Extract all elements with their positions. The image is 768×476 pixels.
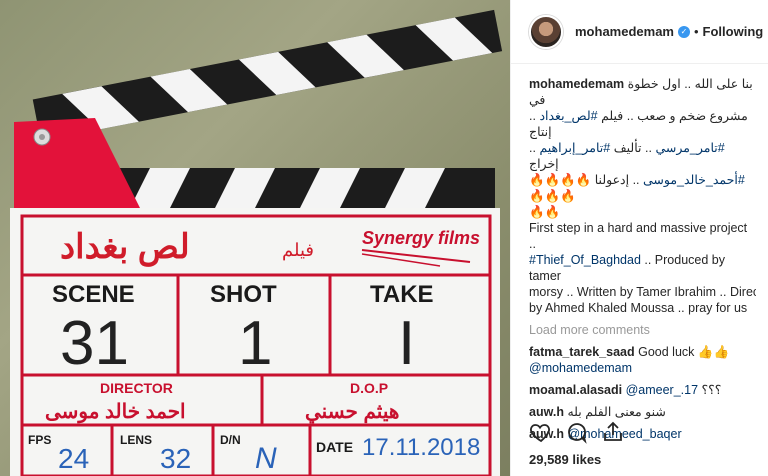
comment-username[interactable]: auw.h (529, 405, 564, 419)
load-more-comments-button[interactable]: Load more comments (529, 322, 756, 338)
company-logo: Synergy films (362, 228, 480, 248)
clapperboard-illustration: لص بغداد فيلم Synergy films SCENE SHOT T… (10, 9, 503, 476)
hashtag-thief-of-baghdad[interactable]: #Thief_Of_Baghdad (529, 253, 641, 267)
lens-value: 32 (160, 443, 191, 474)
comments-list: mohamedemam بنا على الله .. اول خطوة في … (511, 64, 768, 442)
comment-item: moamal.alasadi @ameer_.17 ؟؟؟ (529, 382, 756, 398)
thumbs-up-emoji: 👍👍 (697, 345, 730, 359)
fire-emoji-row-2: 🔥🔥 (529, 205, 561, 219)
hashtag-ahmed-khaled-moussa[interactable]: #أحمد_خالد_موسى (643, 173, 745, 187)
comment-username[interactable]: fatma_tarek_saad (529, 345, 635, 359)
caption-en-line1: First step in a hard and massive project… (529, 221, 748, 251)
separator-dot: • (693, 24, 699, 39)
shot-label: SHOT (210, 281, 277, 308)
director-name: احمد خالد موسى (45, 401, 186, 424)
caption-en-line3: morsy .. Written by Tamer Ibrahim .. Dir… (529, 285, 756, 299)
date-value: 17.11.2018 (362, 434, 480, 461)
comment-mention[interactable]: @ameer_.17 (626, 383, 698, 397)
caption-username[interactable]: mohamedemam (529, 77, 624, 91)
lens-label: LENS (120, 433, 152, 447)
caption-line4-a: .. إدعولنا (594, 173, 640, 187)
comment-item: auw.h شنو معنى الفلم بله (529, 404, 756, 420)
comment-mention[interactable]: @mohamedemam (529, 361, 632, 375)
caption-line3-a: .. تأليف (613, 141, 652, 155)
fps-label: FPS (28, 433, 51, 447)
comment-text: ؟؟؟ (701, 383, 722, 397)
dop-label: D.O.P (350, 380, 388, 396)
hashtag-thief-baghdad-ar[interactable]: #لص_بغداد (539, 109, 597, 123)
avatar[interactable] (529, 14, 563, 49)
comment-username[interactable]: moamal.alasadi (529, 383, 622, 397)
clapper-hinge (14, 118, 140, 208)
take-label: TAKE (370, 281, 434, 308)
film-title-arabic: لص بغداد (60, 228, 190, 267)
film-label: فيلم (282, 240, 314, 261)
director-label: DIRECTOR (100, 380, 173, 396)
shot-value: 1 (238, 309, 272, 378)
scene-value: 31 (60, 309, 129, 378)
caption-line2-a: مشروع ضخم و صعب .. فيلم (601, 109, 748, 123)
following-button[interactable]: Following (703, 24, 764, 39)
post-photo[interactable]: لص بغداد فيلم Synergy films SCENE SHOT T… (0, 0, 510, 476)
hashtag-tamer-morsy[interactable]: #تامر_مرسي (655, 141, 724, 155)
hashtag-tamer-ibrahim[interactable]: #تامر_إبراهيم (539, 141, 610, 155)
caption-en-line4: by Ahmed Khaled Moussa .. pray for us (529, 301, 748, 315)
fps-value: 24 (58, 443, 89, 474)
dop-name: هيثم حسني (305, 401, 399, 424)
comment-text: Good luck (638, 345, 695, 359)
take-value: I (398, 309, 415, 378)
dn-value: N (255, 442, 277, 475)
header-username[interactable]: mohamedemam (575, 24, 674, 39)
comment-text: شنو معنى الفلم بله (567, 405, 666, 419)
caption: mohamedemam بنا على الله .. اول خطوة في … (529, 76, 756, 316)
dn-label: D/N (220, 433, 241, 447)
likes-count[interactable]: 29,589 likes (529, 452, 601, 467)
heart-icon[interactable] (529, 420, 553, 444)
comment-item: fatma_tarek_saad Good luck 👍👍 @mohamedem… (529, 344, 756, 376)
share-icon[interactable] (601, 420, 625, 444)
post-actions (529, 420, 625, 444)
scene-label: SCENE (52, 281, 135, 308)
post-header: mohamedemam ✓ • Following (511, 0, 768, 64)
fire-emoji-row: 🔥🔥🔥🔥🔥🔥🔥 (529, 173, 592, 203)
verified-check-icon: ✓ (677, 25, 690, 38)
date-label: DATE (316, 439, 353, 455)
comment-bubble-icon[interactable] (565, 420, 589, 444)
post-sidebar: mohamedemam ✓ • Following mohamedemam بن… (510, 0, 768, 476)
